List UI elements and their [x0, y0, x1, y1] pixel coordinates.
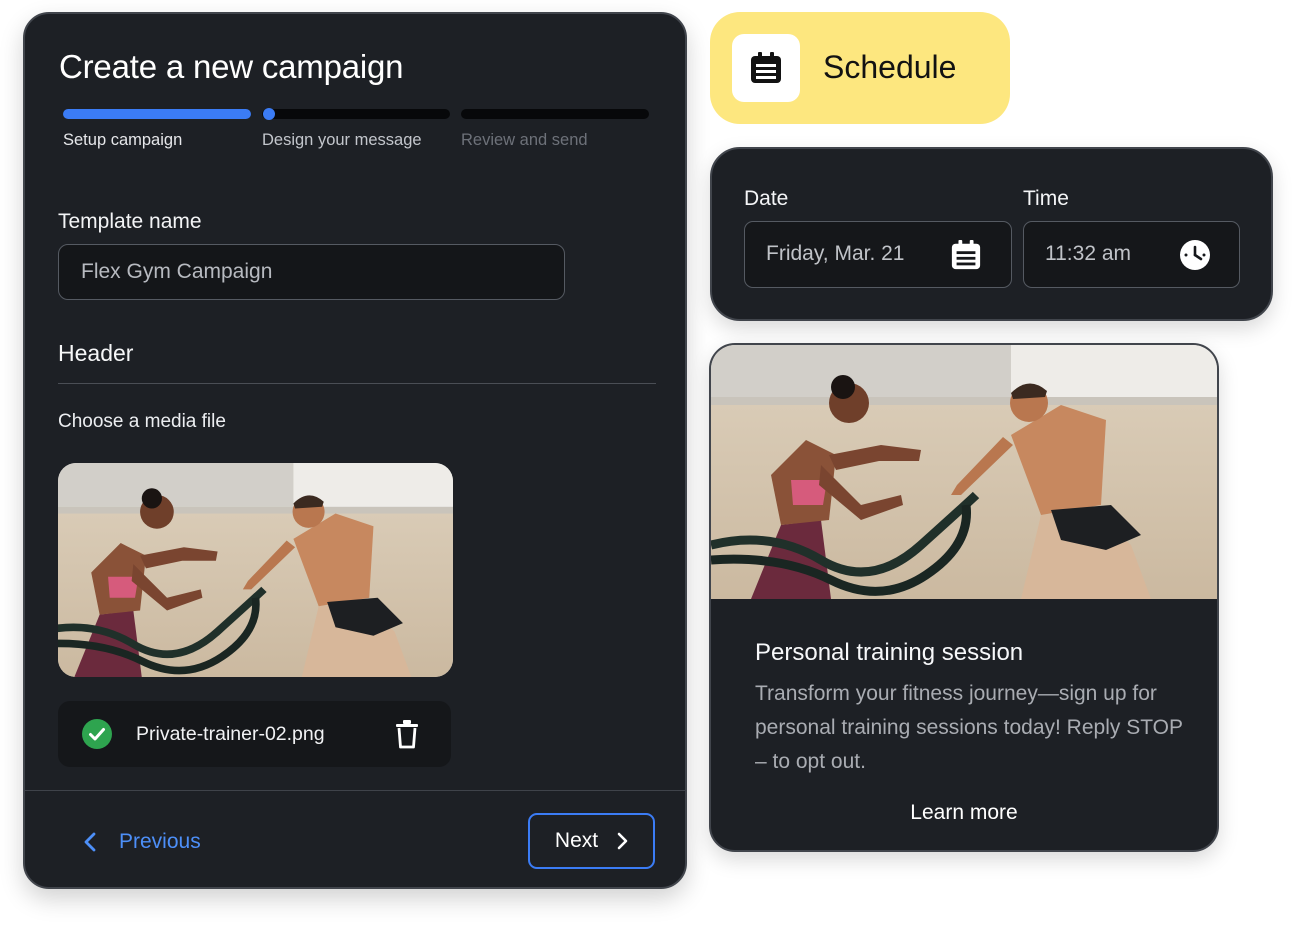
date-label: Date — [744, 187, 789, 210]
preview-title: Personal training session — [755, 639, 1024, 666]
clock-icon[interactable] — [1179, 239, 1211, 271]
section-divider — [58, 383, 656, 384]
step-design-message[interactable]: Design your message — [262, 108, 450, 150]
step-review-send[interactable]: Review and send — [461, 109, 649, 150]
date-field[interactable]: Friday, Mar. 21 — [744, 221, 1012, 288]
previous-label: Previous — [119, 830, 201, 853]
progress-stepper: Setup campaign Design your message Revie… — [63, 108, 653, 150]
trash-icon[interactable] — [394, 719, 420, 749]
footer-divider — [25, 790, 685, 791]
check-circle-icon — [82, 719, 112, 749]
media-thumbnail[interactable] — [58, 463, 453, 677]
campaign-card: Create a new campaign Setup campaign Des… — [23, 12, 687, 889]
step-label: Setup campaign — [63, 131, 183, 149]
next-label: Next — [554, 829, 599, 852]
step-fill — [63, 109, 251, 119]
step-track — [63, 109, 251, 119]
time-value: 11:32 am — [1045, 242, 1131, 265]
preview-body: Transform your fitness journey—sign up f… — [755, 682, 1183, 773]
gym-photo — [58, 463, 453, 677]
learn-more-link[interactable]: Learn more — [711, 801, 1217, 825]
template-name-input[interactable] — [58, 244, 565, 300]
schedule-title: Schedule — [823, 49, 957, 85]
schedule-badge: Schedule — [710, 12, 1010, 124]
uploaded-file-chip: Private-trainer-02.png — [58, 701, 451, 767]
step-label: Review and send — [461, 131, 588, 149]
campaign-title: Create a new campaign — [59, 48, 404, 85]
datetime-card: Date Time Friday, Mar. 21 11:32 am — [710, 147, 1273, 321]
time-field[interactable]: 11:32 am — [1023, 221, 1240, 288]
canvas: Create a new campaign Setup campaign Des… — [0, 0, 1296, 925]
step-label: Design your message — [262, 131, 422, 149]
step-track — [461, 109, 649, 119]
step-setup-campaign[interactable]: Setup campaign — [63, 109, 251, 150]
time-label: Time — [1023, 187, 1069, 210]
step-progress-dot — [263, 108, 275, 120]
schedule-icon-box — [732, 34, 800, 102]
file-name: Private-trainer-02.png — [136, 723, 325, 745]
next-button[interactable]: Next — [528, 813, 655, 869]
chevron-left-icon — [84, 832, 96, 852]
message-preview-card: Personal training session Transform your… — [709, 343, 1219, 852]
header-section-title: Header — [58, 340, 134, 366]
chevron-right-icon — [617, 832, 628, 850]
calendar-icon — [751, 52, 781, 83]
preview-photo — [711, 345, 1219, 599]
previous-button[interactable]: Previous — [83, 822, 201, 862]
template-name-label: Template name — [58, 210, 202, 233]
step-track — [262, 108, 450, 120]
date-value: Friday, Mar. 21 — [766, 242, 905, 265]
calendar-icon[interactable] — [950, 239, 982, 271]
media-file-label: Choose a media file — [58, 411, 226, 432]
